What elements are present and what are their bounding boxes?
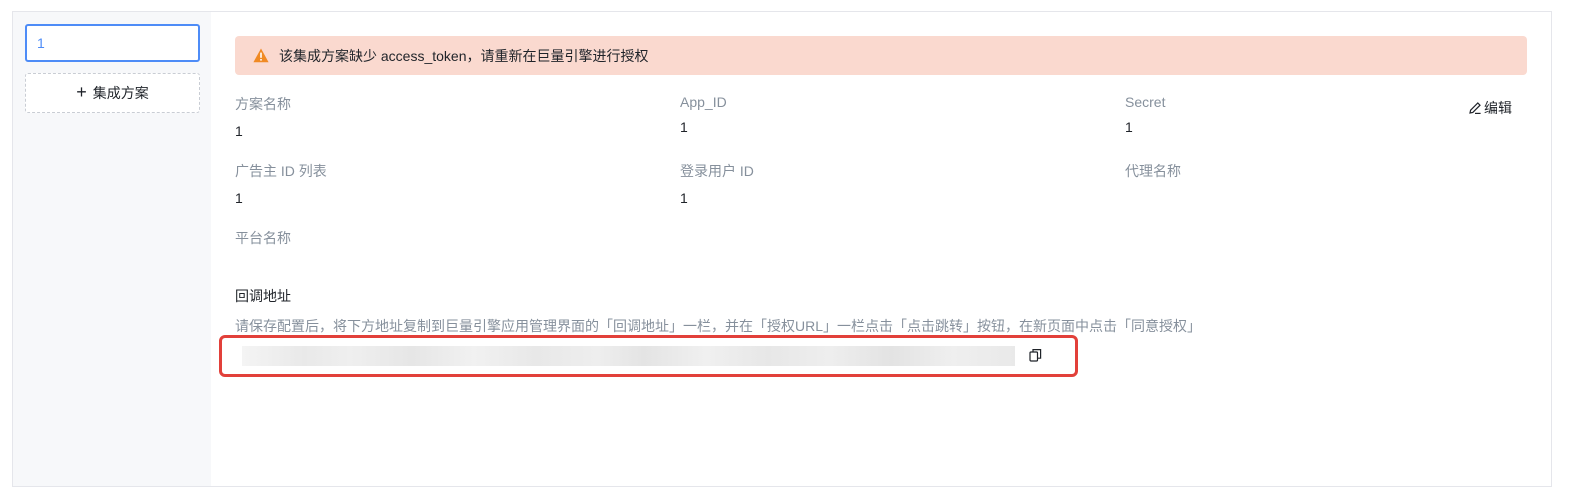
add-plan-button[interactable]: + 集成方案	[25, 73, 200, 113]
plan-detail: 该集成方案缺少 access_token，请重新在巨量引擎进行授权 编辑 方案名…	[211, 12, 1551, 486]
field-value: 1	[1125, 119, 1133, 135]
callback-url-highlight	[219, 335, 1078, 377]
field-label: 广告主 ID 列表	[235, 163, 327, 179]
missing-token-alert: 该集成方案缺少 access_token，请重新在巨量引擎进行授权	[235, 36, 1527, 75]
plus-icon: +	[76, 82, 87, 102]
pencil-icon	[1469, 102, 1481, 114]
field-value: 1	[680, 190, 688, 206]
field-label: 代理名称	[1125, 163, 1181, 179]
field-app-id: App_ID 1	[680, 94, 727, 135]
field-login-user-id: 登录用户 ID 1	[680, 161, 754, 206]
plan-item-label: 1	[37, 35, 45, 51]
callback-title: 回调地址	[235, 288, 291, 304]
warning-icon	[253, 48, 269, 63]
edit-button[interactable]: 编辑	[1468, 98, 1512, 118]
sidebar: 1 + 集成方案	[13, 12, 211, 486]
field-secret: Secret 1	[1125, 94, 1165, 135]
field-advertiser-ids: 广告主 ID 列表 1	[235, 161, 327, 206]
field-label: 方案名称	[235, 96, 291, 112]
field-label: 登录用户 ID	[680, 163, 754, 179]
callback-hint: 请保存配置后，将下方地址复制到巨量引擎应用管理界面的「回调地址」一栏，并在「授权…	[235, 318, 1202, 334]
field-value: 1	[235, 123, 243, 139]
field-value: 1	[680, 119, 688, 135]
edit-label: 编辑	[1484, 100, 1512, 116]
field-label: 平台名称	[235, 230, 291, 246]
plan-item-1[interactable]: 1	[25, 24, 200, 62]
callback-url-redacted[interactable]	[242, 346, 1015, 366]
field-agent-name: 代理名称	[1125, 161, 1181, 190]
field-label: Secret	[1125, 94, 1166, 110]
add-plan-label: 集成方案	[92, 85, 149, 101]
field-platform-name: 平台名称	[235, 228, 291, 257]
field-value: 1	[235, 190, 243, 206]
field-label: App_ID	[680, 94, 727, 110]
field-plan-name: 方案名称 1	[235, 94, 291, 139]
alert-text: 该集成方案缺少 access_token，请重新在巨量引擎进行授权	[279, 47, 649, 64]
copy-icon[interactable]	[1029, 348, 1042, 362]
integration-panel: 1 + 集成方案 该集成方案缺少 access_token，请重新在巨量引擎进行…	[12, 11, 1552, 487]
